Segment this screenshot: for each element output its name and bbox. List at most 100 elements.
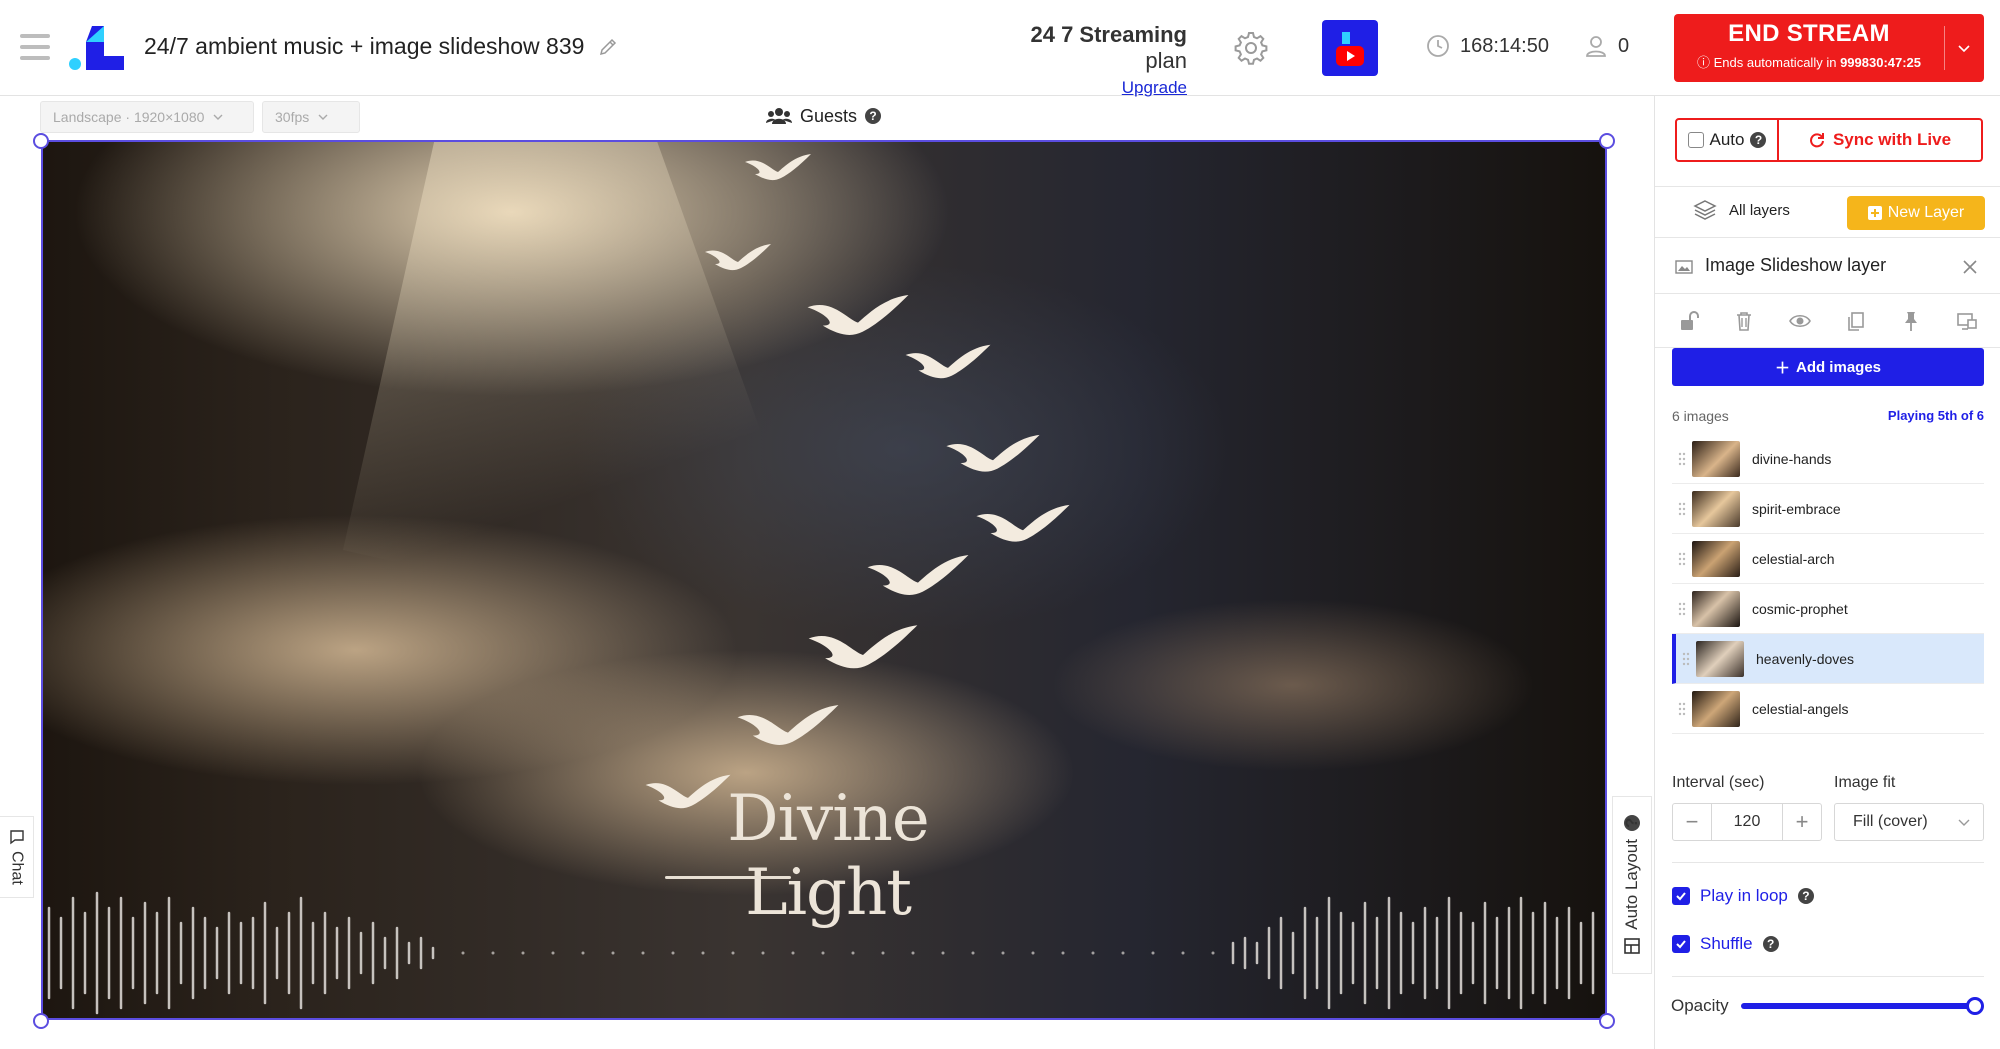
info-icon: ⓘ [1696,55,1710,70]
elapsed-time: 168:14:50 [1426,34,1549,58]
interval-input[interactable]: 120 [1711,804,1783,840]
image-count: 6 images [1672,408,1729,424]
interval-stepper: − 120 + [1672,803,1822,841]
layer-actions [1655,294,2000,348]
resize-handle-top-left[interactable] [33,133,49,149]
plus-square-icon [1867,206,1882,220]
image-name: celestial-angels [1752,700,1849,717]
menu-icon[interactable] [20,34,50,60]
copy-icon[interactable] [1845,310,1867,332]
unlock-icon[interactable] [1678,310,1700,332]
chevron-down-icon [213,114,223,120]
layer-properties-panel: Auto ? Sync with Live All layers New Lay… [1654,96,2000,1049]
upgrade-link[interactable]: Upgrade [985,78,1187,98]
opacity-slider-handle[interactable] [1966,997,1984,1015]
interval-label: Interval (sec) [1672,774,1765,791]
guests-button[interactable]: Guests ? [758,100,890,132]
auto-checkbox[interactable] [1687,132,1704,148]
drag-handle-icon[interactable] [1672,702,1692,716]
app-logo[interactable] [66,22,130,74]
image-fit-select[interactable]: Fill (cover) [1834,803,1984,841]
help-icon[interactable]: ? [865,108,882,124]
auto-layout-tab[interactable]: ? Auto Layout [1612,796,1652,974]
user-icon [1586,36,1606,57]
drag-handle-icon[interactable] [1672,552,1692,566]
stream-title[interactable]: 24/7 ambient music + image slideshow 839 [144,33,584,60]
end-stream-divider [1944,26,1945,70]
youtube-icon [1336,32,1364,66]
image-name: spirit-embrace [1752,500,1841,517]
image-fit-value: Fill (cover) [1853,813,1928,830]
pin-icon[interactable] [1900,310,1922,332]
image-list-item[interactable]: heavenly-doves [1672,634,1984,684]
chevron-down-icon[interactable] [1956,40,1972,56]
layout-icon [1624,938,1640,955]
edit-pencil-icon[interactable] [598,37,618,57]
sync-with-live-button[interactable]: Sync with Live [1779,120,1981,160]
image-list-item[interactable]: divine-hands [1672,434,1984,484]
eye-icon[interactable] [1789,310,1812,332]
help-icon[interactable]: ? [1750,132,1767,148]
image-icon [1675,260,1693,274]
image-list-item[interactable]: cosmic-prophet [1672,584,1984,634]
gear-icon[interactable] [1233,30,1269,66]
shuffle-checkbox[interactable] [1672,935,1690,953]
viewer-count: 0 [1584,34,1629,58]
end-stream-button[interactable]: END STREAM ⓘ Ends automatically in 99983… [1674,14,1984,82]
close-icon[interactable] [1961,258,1979,276]
resize-screen-icon[interactable] [1956,310,1978,332]
add-images-button[interactable]: ＋ Add images [1672,348,1984,386]
sync-label: Sync with Live [1832,130,1952,149]
image-list-item[interactable]: celestial-arch [1672,534,1984,584]
auto-end-countdown: 999830:47:25 [1840,55,1922,70]
dove-graphic [867,555,969,595]
increment-button[interactable]: + [1783,804,1821,840]
chat-tab[interactable]: Chat [0,816,34,898]
drag-handle-icon[interactable] [1672,452,1692,466]
play-in-loop-checkbox[interactable] [1672,887,1690,905]
fps-select[interactable]: 30fps [262,101,360,133]
drag-handle-icon[interactable] [1672,502,1692,516]
all-layers-button[interactable]: All layers [1693,199,1790,221]
trash-icon[interactable] [1733,310,1755,332]
resize-handle-bottom-left[interactable] [33,1013,49,1029]
divider [1672,862,1984,863]
youtube-destination-button[interactable] [1322,20,1378,76]
stream-title-group: 24/7 ambient music + image slideshow 839 [144,33,618,60]
resize-handle-top-right[interactable] [1599,133,1615,149]
orientation-select[interactable]: Landscape · 1920×1080 [40,101,254,133]
plan-name: 24 7 Streaming [1030,22,1187,47]
playing-status: Playing 5th of 6 [1887,408,1984,423]
opacity-label: Opacity [1671,996,1729,1015]
image-list-item[interactable]: spirit-embrace [1672,484,1984,534]
shuffle-option[interactable]: Shuffle ? [1672,934,1779,954]
play-in-loop-option[interactable]: Play in loop ? [1672,886,1814,906]
image-name: cosmic-prophet [1752,600,1848,617]
help-icon[interactable]: ? [1797,888,1814,904]
check-icon [1676,892,1686,901]
check-icon [1676,940,1686,949]
image-thumbnail [1692,690,1740,727]
refresh-icon [1810,133,1824,148]
help-icon[interactable]: ? [1762,936,1779,952]
drag-handle-icon[interactable] [1676,652,1696,666]
auto-sync-toggle[interactable]: Auto ? [1677,120,1779,160]
image-list-item[interactable]: celestial-angels [1672,684,1984,734]
plan-suffix: plan [1145,48,1187,73]
image-name: celestial-arch [1752,550,1835,567]
viewer-count-value: 0 [1618,34,1630,57]
stream-preview-canvas[interactable]: Divine Light [41,140,1607,1020]
orientation-value: Landscape · 1920×1080 [53,109,205,125]
users-icon [766,108,792,124]
dove-graphic [807,295,909,335]
new-layer-button[interactable]: New Layer [1847,196,1985,230]
image-name: heavenly-doves [1756,650,1855,667]
shuffle-label: Shuffle [1700,934,1753,953]
end-stream-main[interactable]: END STREAM ⓘ Ends automatically in 99983… [1674,14,1944,82]
drag-handle-icon[interactable] [1672,602,1692,616]
decrement-button[interactable]: − [1673,804,1711,840]
help-icon[interactable]: ? [1622,814,1641,831]
resize-handle-bottom-right[interactable] [1599,1013,1615,1029]
image-thumbnail [1692,440,1740,477]
opacity-slider-track[interactable] [1741,1003,1975,1009]
